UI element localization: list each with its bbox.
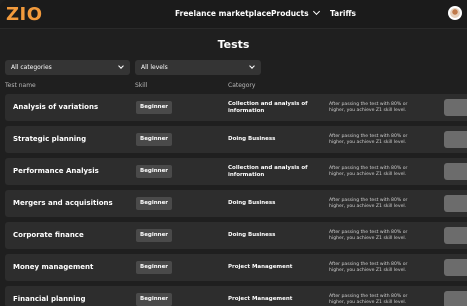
test-note: After passing the test with 80% or highe… — [329, 101, 408, 113]
table-row[interactable]: Strategic planning Beginner Doing Busine… — [5, 126, 467, 153]
column-header-category: Category — [228, 82, 256, 89]
table-row[interactable]: Financial planning Beginner Project Mana… — [5, 286, 467, 306]
test-name: Financial planning — [13, 295, 86, 303]
chevron-down-icon — [249, 63, 255, 69]
test-category: Project Management — [228, 264, 293, 271]
test-name: Analysis of variations — [13, 103, 99, 111]
column-header-skill: Skill — [135, 82, 148, 89]
skill-badge: Beginner — [136, 165, 173, 178]
category-filter-select[interactable]: All categories — [5, 60, 130, 75]
start-test-button[interactable] — [444, 163, 467, 180]
skill-badge: Beginner — [136, 293, 173, 306]
test-category: Doing Business — [228, 136, 276, 143]
test-note: After passing the test with 80% or highe… — [329, 197, 408, 209]
table-row[interactable]: Money management Beginner Project Manage… — [5, 254, 467, 281]
test-name: Performance Analysis — [13, 167, 99, 175]
table-row[interactable]: Analysis of variations Beginner Collecti… — [5, 94, 467, 121]
chevron-down-icon — [118, 63, 124, 69]
test-note: After passing the test with 80% or highe… — [329, 133, 408, 145]
start-test-button[interactable] — [444, 291, 467, 306]
start-test-button[interactable] — [444, 131, 467, 148]
table-row[interactable]: Mergers and acquisitions Beginner Doing … — [5, 190, 467, 217]
test-category: Collection and analysis of information — [228, 165, 308, 178]
table-row[interactable]: Corporate finance Beginner Doing Busines… — [5, 222, 467, 249]
user-photo — [450, 8, 460, 18]
test-name: Money management — [13, 263, 94, 271]
top-navigation-bar: ZIO Freelance marketplace Products Tarif… — [0, 0, 467, 29]
category-filter-value: All categories — [11, 64, 52, 71]
nav-tariffs[interactable]: Tariffs — [330, 9, 356, 18]
test-note: After passing the test with 80% or highe… — [329, 293, 408, 305]
nav-products[interactable]: Products — [271, 7, 320, 18]
start-test-button[interactable] — [444, 195, 467, 212]
start-test-button[interactable] — [444, 259, 467, 276]
test-note: After passing the test with 80% or highe… — [329, 229, 408, 241]
skill-badge: Beginner — [136, 229, 173, 242]
user-avatar[interactable] — [448, 6, 462, 20]
zio-logo[interactable]: ZIO — [6, 4, 43, 25]
test-name: Corporate finance — [13, 231, 84, 239]
chevron-down-icon — [312, 7, 320, 16]
start-test-button[interactable] — [444, 99, 467, 116]
start-test-button[interactable] — [444, 227, 467, 244]
test-category: Collection and analysis of information — [228, 101, 308, 114]
app-window: ZIO Freelance marketplace Products Tarif… — [0, 0, 467, 306]
skill-badge: Beginner — [136, 101, 173, 114]
test-name: Strategic planning — [13, 135, 87, 143]
test-category: Doing Business — [228, 232, 276, 239]
test-category: Doing Business — [228, 200, 276, 207]
column-header-test-name: Test name — [5, 82, 36, 89]
test-note: After passing the test with 80% or highe… — [329, 165, 408, 177]
nav-products-label: Products — [271, 9, 309, 18]
page-title: Tests — [217, 38, 250, 51]
skill-badge: Beginner — [136, 261, 173, 274]
nav-freelance-marketplace[interactable]: Freelance marketplace — [175, 9, 271, 18]
skill-badge: Beginner — [136, 133, 173, 146]
level-filter-value: All levels — [141, 64, 168, 71]
test-name: Mergers and acquisitions — [13, 199, 113, 207]
test-note: After passing the test with 80% or highe… — [329, 261, 408, 273]
skill-badge: Beginner — [136, 197, 173, 210]
test-category: Project Management — [228, 296, 293, 303]
table-row[interactable]: Performance Analysis Beginner Collection… — [5, 158, 467, 185]
level-filter-select[interactable]: All levels — [135, 60, 261, 75]
